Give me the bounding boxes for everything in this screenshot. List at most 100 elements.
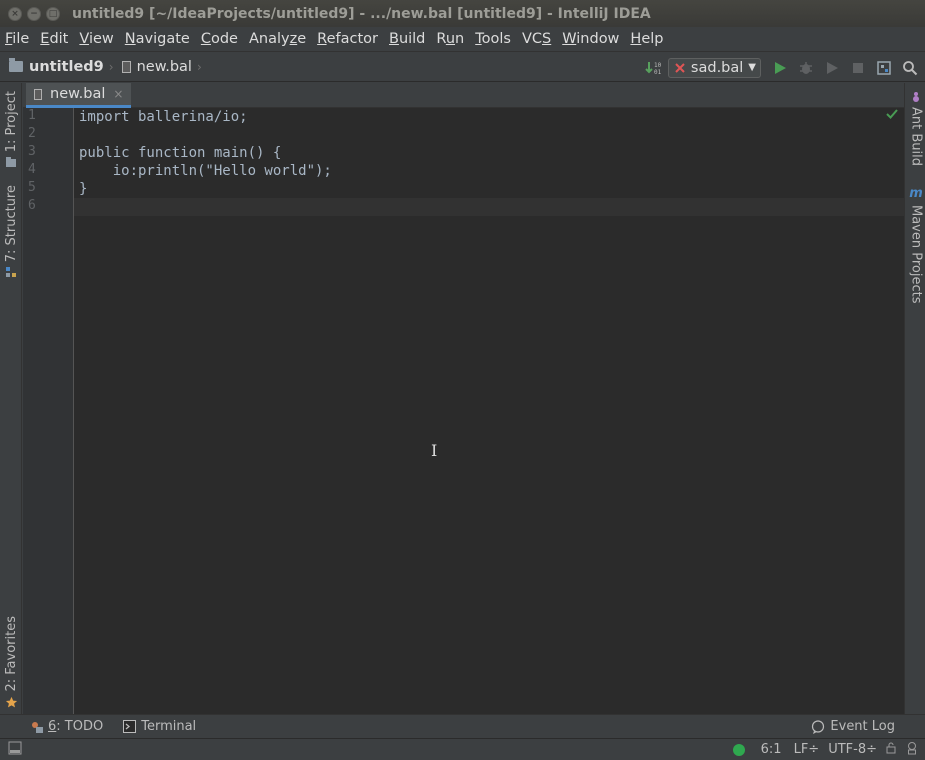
terminal-label: Terminal <box>141 719 197 734</box>
file-encoding[interactable]: UTF-8÷ <box>828 742 877 757</box>
caret-position[interactable]: 6:1 <box>761 742 782 757</box>
terminal-icon <box>123 720 137 733</box>
menu-item-text: n <box>455 30 465 47</box>
menu-item-text: Analy <box>248 30 290 47</box>
breadcrumb-file[interactable]: new.bal <box>137 59 192 75</box>
todo-tool-tab[interactable]: 6: TODO <box>30 719 103 734</box>
toggle-tool-windows-icon[interactable] <box>8 741 22 759</box>
inspector-icon[interactable] <box>905 741 919 759</box>
menu-item[interactable]: Window <box>562 31 619 47</box>
structure-tool-tab[interactable]: 7: Structure <box>2 185 20 278</box>
chevron-right-icon: › <box>196 59 202 74</box>
run-icon[interactable] <box>769 57 791 79</box>
close-window-button[interactable]: × <box>8 6 22 21</box>
event-log-tool-tab[interactable]: Event Log <box>811 719 895 734</box>
ant-build-tool-tab[interactable]: Ant Build <box>907 91 925 166</box>
code-line[interactable]: import ballerina/io; <box>79 108 248 126</box>
todo-number: 6 <box>48 719 57 734</box>
menu-item-mnemonic: N <box>124 30 136 47</box>
menu-item-mnemonic: H <box>630 30 642 47</box>
line-number-gutter: 1 2 3 4 5 6 <box>23 108 74 714</box>
menu-item-text: uild <box>398 30 426 47</box>
tab-label: new.bal <box>50 86 106 102</box>
menu-item[interactable]: Build <box>389 31 425 47</box>
menu-item-mnemonic: B <box>388 30 399 47</box>
favorites-tool-tab[interactable]: 2: Favorites <box>2 616 20 709</box>
line-number: 5 <box>28 180 36 195</box>
menu-bar: File Edit View Navigate Code Analyze Refactor B… <box>0 27 925 50</box>
svg-text:10: 10 <box>654 62 661 69</box>
chevron-right-icon: › <box>108 59 114 74</box>
menu-item[interactable]: Tools <box>475 31 511 47</box>
menu-item[interactable]: Code <box>201 31 238 47</box>
code-line[interactable]: } <box>79 180 87 198</box>
ant-build-label: Ant Build <box>908 107 924 166</box>
menu-item-text: R <box>436 30 446 47</box>
status-indicator[interactable] <box>732 743 745 756</box>
menu-item-text: dit <box>49 30 69 47</box>
terminal-tool-tab[interactable]: Terminal <box>123 719 196 734</box>
menu-item[interactable]: File <box>5 31 29 47</box>
maven-projects-tool-tab[interactable]: m Maven Projects <box>907 186 925 304</box>
svg-text:01: 01 <box>654 69 661 76</box>
lock-icon[interactable] <box>885 742 897 758</box>
code-line[interactable]: public function main() { <box>79 144 281 162</box>
line-number: 2 <box>28 126 36 141</box>
menu-item-text: e <box>297 30 307 47</box>
folder-icon <box>6 157 16 168</box>
menu-item-mnemonic: R <box>317 30 327 47</box>
navigation-bar: untitled9 › new.bal › 10 01 sad.bal ▼ <box>0 51 925 82</box>
checkmark-icon <box>886 108 898 124</box>
menu-item-text: elp <box>641 30 664 47</box>
coverage-icon[interactable] <box>821 57 843 79</box>
menu-item-mnemonic: V <box>79 30 89 47</box>
breadcrumb-project[interactable]: untitled9 <box>29 59 104 75</box>
menu-item[interactable]: View <box>79 31 113 47</box>
maven-icon: m <box>909 186 923 201</box>
menu-item-text: ile <box>12 30 30 47</box>
menu-item[interactable]: Analyze <box>249 31 306 47</box>
file-icon <box>121 60 131 73</box>
code-editor[interactable]: I import ballerina/io; public function ma… <box>74 108 904 714</box>
project-tool-tab[interactable]: 1: Project <box>2 91 20 168</box>
file-icon <box>34 88 42 100</box>
line-number: 6 <box>28 198 36 213</box>
todo-icon <box>32 721 43 733</box>
project-tool-label: 1: Project <box>3 91 19 153</box>
breadcrumb: untitled9 › new.bal › <box>0 58 210 75</box>
main-toolbar: 10 01 sad.bal ▼ <box>642 52 925 83</box>
menu-item[interactable]: Help <box>630 31 663 47</box>
sort-icon[interactable]: 10 01 <box>642 57 664 79</box>
close-tab-icon[interactable]: × <box>113 87 123 101</box>
stop-icon[interactable] <box>847 57 869 79</box>
menu-item[interactable]: Refactor <box>317 31 378 47</box>
editor-tab-bar: new.bal × <box>23 83 904 108</box>
event-log-label: Event Log <box>830 719 895 734</box>
menu-item-text: indow <box>576 30 620 47</box>
structure-tool-label: 7: Structure <box>3 185 19 263</box>
structure-icon <box>6 267 16 278</box>
maximize-window-button[interactable]: □ <box>46 6 60 21</box>
star-icon <box>5 696 17 707</box>
search-icon[interactable] <box>899 57 921 79</box>
menu-item[interactable]: Run <box>436 31 464 47</box>
menu-item[interactable]: Edit <box>40 31 68 47</box>
menu-item-text: efactor <box>326 30 378 47</box>
maven-projects-label: Maven Projects <box>908 205 924 304</box>
todo-label: : TODO <box>56 719 104 734</box>
current-line-highlight <box>74 198 904 216</box>
menu-item-text: ode <box>210 30 238 47</box>
menu-item[interactable]: VCS <box>522 31 551 47</box>
menu-item-text: iew <box>88 30 114 47</box>
menu-item[interactable]: Navigate <box>125 31 190 47</box>
text-cursor-icon: I <box>431 441 438 460</box>
code-line[interactable]: io:println("Hello world"); <box>79 162 332 180</box>
line-separator[interactable]: LF÷ <box>794 742 820 757</box>
minimize-window-button[interactable]: − <box>27 6 41 21</box>
run-config-selector[interactable]: sad.bal ▼ <box>667 57 761 78</box>
left-tool-strip: 1: Project 7: Structure 2: Favorites <box>0 83 22 714</box>
line-number: 3 <box>28 144 36 159</box>
debug-icon[interactable] <box>795 57 817 79</box>
tab-new-bal[interactable]: new.bal × <box>26 83 132 108</box>
project-structure-icon[interactable] <box>873 57 895 79</box>
